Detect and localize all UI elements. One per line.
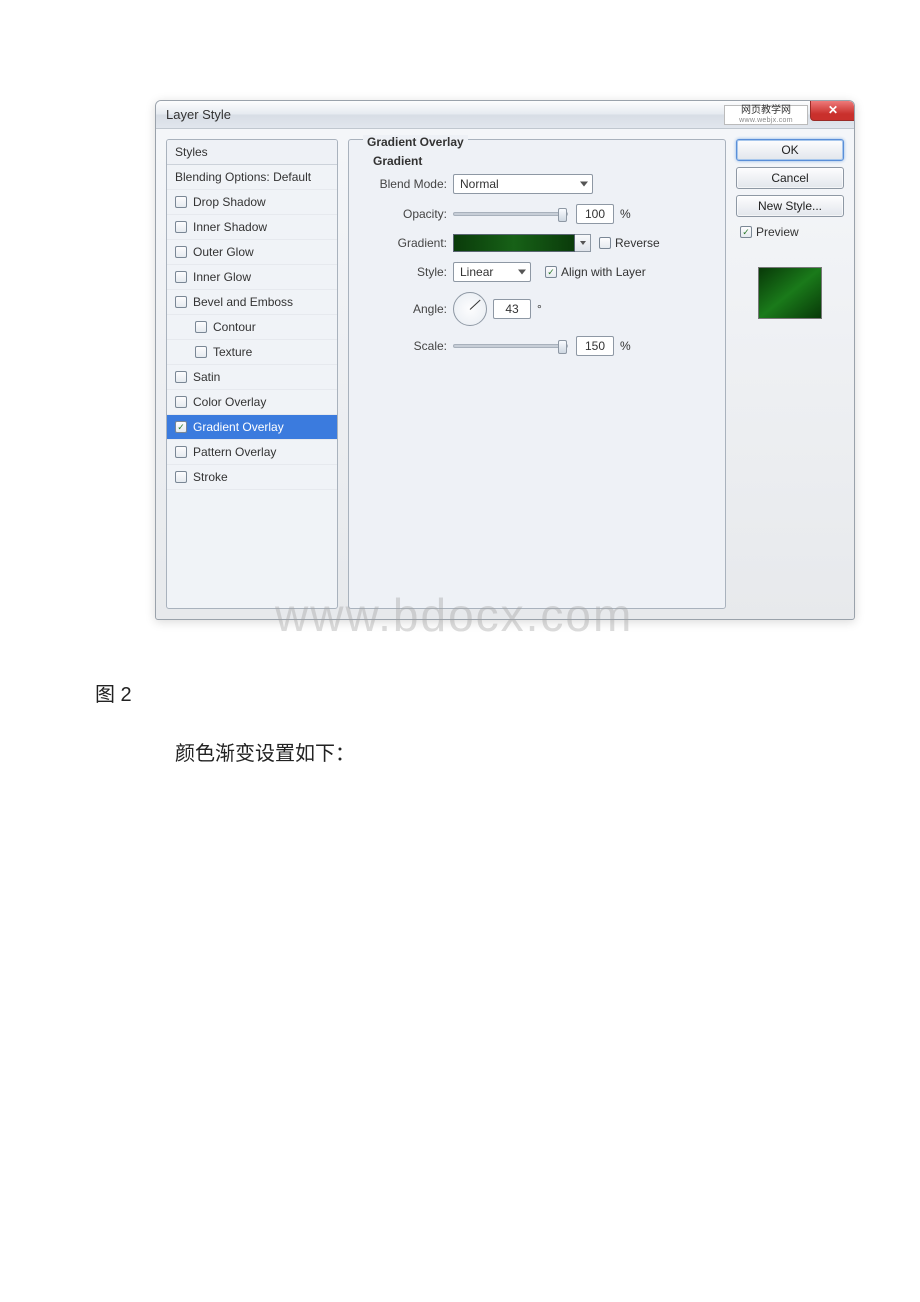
opacity-row: Opacity: 100 %: [363, 204, 711, 224]
styles-checkbox[interactable]: [175, 371, 187, 383]
styles-row-label: Inner Shadow: [193, 220, 267, 234]
opacity-value[interactable]: 100: [576, 204, 614, 224]
gradient-label: Gradient:: [373, 236, 453, 250]
titlebar[interactable]: Layer Style 网页教学网 www.webjx.com ✕: [156, 101, 854, 129]
style-row: Style: Linear Align with Layer: [363, 262, 711, 282]
align-checkbox[interactable]: [545, 266, 557, 278]
blending-options-label: Blending Options: Default: [175, 170, 311, 184]
styles-row-label: Outer Glow: [193, 245, 254, 259]
styles-row-texture[interactable]: Texture: [167, 340, 337, 365]
styles-row-drop-shadow[interactable]: Drop Shadow: [167, 190, 337, 215]
style-label: Style:: [373, 265, 453, 279]
styles-row-inner-glow[interactable]: Inner Glow: [167, 265, 337, 290]
watermark-sub: www.webjx.com: [739, 117, 793, 124]
opacity-slider[interactable]: [453, 212, 568, 216]
styles-checkbox[interactable]: [195, 346, 207, 358]
styles-row-label: Drop Shadow: [193, 195, 266, 209]
styles-header[interactable]: Styles: [167, 140, 337, 165]
preview-checkbox[interactable]: [740, 226, 752, 238]
styles-list: Styles Blending Options: Default Drop Sh…: [166, 139, 338, 609]
scale-label: Scale:: [373, 339, 453, 353]
close-button[interactable]: ✕: [810, 100, 855, 121]
angle-value[interactable]: 43: [493, 299, 531, 319]
scale-unit: %: [620, 339, 631, 353]
scale-slider[interactable]: [453, 344, 568, 348]
blend-mode-label: Blend Mode:: [373, 177, 453, 191]
dialog-wrapper: Layer Style 网页教学网 www.webjx.com ✕ Styles…: [155, 100, 855, 638]
dialog-body: Styles Blending Options: Default Drop Sh…: [156, 129, 854, 619]
styles-row-contour[interactable]: Contour: [167, 315, 337, 340]
blend-mode-dropdown[interactable]: Normal: [453, 174, 593, 194]
chevron-down-icon: [580, 241, 586, 245]
styles-row-label: Gradient Overlay: [193, 420, 284, 434]
styles-row-inner-shadow[interactable]: Inner Shadow: [167, 215, 337, 240]
cancel-button[interactable]: Cancel: [736, 167, 844, 189]
angle-label: Angle:: [373, 302, 453, 316]
style-dropdown[interactable]: Linear: [453, 262, 531, 282]
reverse-checkbox[interactable]: [599, 237, 611, 249]
chevron-down-icon: [580, 182, 588, 187]
align-label: Align with Layer: [561, 265, 646, 279]
opacity-unit: %: [620, 207, 631, 221]
styles-checkbox[interactable]: [175, 196, 187, 208]
styles-row-label: Contour: [213, 320, 256, 334]
gradient-dropdown-button[interactable]: [575, 234, 591, 252]
window-title: Layer Style: [166, 107, 231, 122]
layer-style-dialog: Layer Style 网页教学网 www.webjx.com ✕ Styles…: [155, 100, 855, 620]
styles-row-label: Satin: [193, 370, 220, 384]
right-panel: OK Cancel New Style... Preview: [736, 139, 844, 609]
styles-checkbox[interactable]: [175, 471, 187, 483]
styles-checkbox[interactable]: [175, 221, 187, 233]
styles-row-satin[interactable]: Satin: [167, 365, 337, 390]
styles-row-outer-glow[interactable]: Outer Glow: [167, 240, 337, 265]
styles-row-label: Inner Glow: [193, 270, 251, 284]
preview-row[interactable]: Preview: [736, 223, 844, 241]
page-watermark: www.bdocx.com: [275, 588, 633, 642]
styles-row-color-overlay[interactable]: Color Overlay: [167, 390, 337, 415]
styles-checkbox[interactable]: [175, 246, 187, 258]
settings-panel: Gradient Overlay Gradient Blend Mode: No…: [348, 139, 726, 609]
styles-row-stroke[interactable]: Stroke: [167, 465, 337, 490]
style-value: Linear: [460, 265, 493, 279]
group-subtitle: Gradient: [363, 154, 711, 168]
ok-button[interactable]: OK: [736, 139, 844, 161]
group-title: Gradient Overlay: [363, 135, 468, 149]
blending-options-row[interactable]: Blending Options: Default: [167, 165, 337, 190]
blend-mode-row: Blend Mode: Normal: [363, 174, 711, 194]
styles-row-label: Pattern Overlay: [193, 445, 276, 459]
close-icon: ✕: [828, 103, 838, 117]
angle-unit: °: [537, 302, 542, 316]
styles-row-label: Bevel and Emboss: [193, 295, 293, 309]
watermark-badge: 网页教学网 www.webjx.com: [724, 105, 808, 125]
new-style-button[interactable]: New Style...: [736, 195, 844, 217]
styles-checkbox[interactable]: [175, 421, 187, 433]
blend-mode-value: Normal: [460, 177, 499, 191]
watermark-label: 网页教学网: [741, 106, 791, 116]
styles-checkbox[interactable]: [175, 396, 187, 408]
preview-swatch: [758, 267, 822, 319]
styles-checkbox[interactable]: [195, 321, 207, 333]
body-text: 颜色渐变设置如下：: [155, 737, 820, 766]
gradient-row: Gradient: Reverse: [363, 234, 711, 252]
styles-row-bevel-and-emboss[interactable]: Bevel and Emboss: [167, 290, 337, 315]
angle-dial[interactable]: [453, 292, 487, 326]
preview-label: Preview: [756, 225, 799, 239]
scale-row: Scale: 150 %: [363, 336, 711, 356]
chevron-down-icon: [518, 270, 526, 275]
figure-caption: 图 2: [95, 678, 820, 707]
angle-row: Angle: 43 °: [363, 292, 711, 326]
gradient-preview[interactable]: [453, 234, 575, 252]
styles-row-pattern-overlay[interactable]: Pattern Overlay: [167, 440, 337, 465]
styles-checkbox[interactable]: [175, 271, 187, 283]
opacity-label: Opacity:: [373, 207, 453, 221]
scale-value[interactable]: 150: [576, 336, 614, 356]
styles-row-label: Color Overlay: [193, 395, 266, 409]
styles-checkbox[interactable]: [175, 296, 187, 308]
reverse-label: Reverse: [615, 236, 660, 250]
styles-row-label: Stroke: [193, 470, 228, 484]
styles-row-label: Texture: [213, 345, 252, 359]
styles-row-gradient-overlay[interactable]: Gradient Overlay: [167, 415, 337, 440]
styles-checkbox[interactable]: [175, 446, 187, 458]
